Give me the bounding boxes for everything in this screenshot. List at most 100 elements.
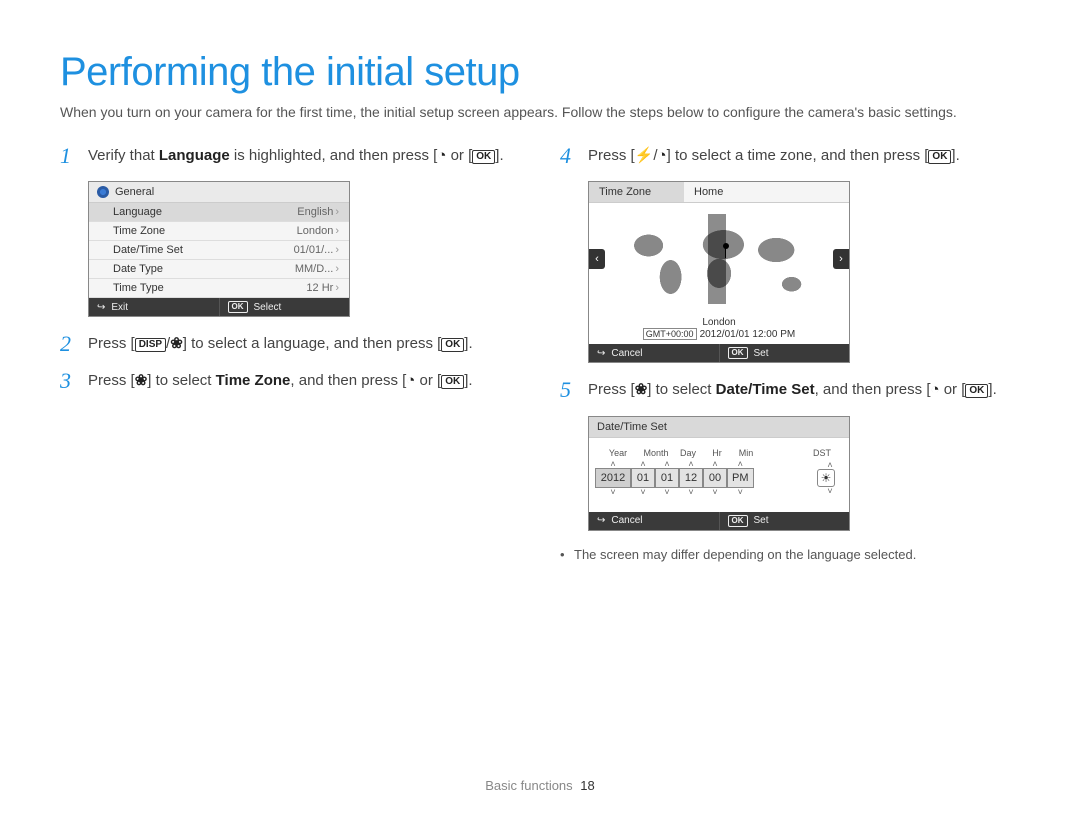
footer-exit[interactable]: ↩ Exit xyxy=(89,298,219,316)
chevron-down-icon[interactable]: ˅ xyxy=(738,488,743,496)
footer-cancel[interactable]: ↩Cancel xyxy=(589,512,719,530)
row-datetime[interactable]: Date/Time Set 01/01/...› xyxy=(89,241,349,260)
t: Select xyxy=(254,302,282,313)
chevron-up-icon[interactable]: ˄ xyxy=(827,461,832,469)
year-value: 2012 xyxy=(595,468,631,488)
chevron-down-icon[interactable]: ˅ xyxy=(712,488,717,496)
panel-footer: ↩ Exit OK Select xyxy=(89,298,349,316)
t: ] to select a language, and then press [ xyxy=(183,335,442,352)
chevron-up-icon[interactable]: ˄ xyxy=(640,460,645,468)
chevron-up-icon[interactable]: ˄ xyxy=(738,460,743,468)
row-label: Time Zone xyxy=(113,225,165,237)
t: Set xyxy=(754,348,769,359)
t: , and then press [ xyxy=(815,381,931,398)
minute-value: 00 xyxy=(703,468,727,488)
chevron-down-icon[interactable]: ˅ xyxy=(827,487,832,495)
row-timezone[interactable]: Time Zone London› xyxy=(89,222,349,241)
timer-icon: ◔ xyxy=(406,372,415,389)
step-4: 4 Press [⚡/◔] to select a time zone, and… xyxy=(560,145,1020,168)
day-value: 01 xyxy=(655,468,679,488)
intro-text: When you turn on your camera for the fir… xyxy=(60,103,1020,123)
year-stepper[interactable]: ˄2012˅ xyxy=(595,460,631,496)
t: Exit xyxy=(111,302,128,313)
row-value: 12 Hr› xyxy=(306,282,339,294)
chevron-down-icon[interactable]: ˅ xyxy=(688,488,693,496)
chevron-up-icon[interactable]: ˄ xyxy=(688,460,693,468)
map-pin-icon xyxy=(723,243,729,249)
ok-key: OK xyxy=(441,375,464,389)
dt-body: Year Month Day Hr Min DST ˄2012˅ ˄01˅ ˄0… xyxy=(589,438,849,512)
step-text: Press [⚡/◔] to select a time zone, and t… xyxy=(588,145,1020,168)
disp-key: DISP xyxy=(135,338,166,352)
gear-icon xyxy=(97,186,109,198)
map-prev-button[interactable]: ‹ xyxy=(589,249,605,269)
row-timetype[interactable]: Time Type 12 Hr› xyxy=(89,279,349,298)
t: , and then press [ xyxy=(290,372,406,389)
row-value: English› xyxy=(297,206,339,218)
t: or xyxy=(415,372,437,389)
panel-header: Date/Time Set xyxy=(589,417,849,438)
timer-icon: ◔ xyxy=(658,147,667,164)
footer-select[interactable]: OK Select xyxy=(219,298,350,316)
tz-band xyxy=(708,214,726,304)
ok-key: OK xyxy=(965,384,988,398)
footer-set[interactable]: OK Set xyxy=(719,344,850,362)
panel-header: General xyxy=(89,182,349,203)
t: ] to select xyxy=(647,381,715,398)
t: Press [ xyxy=(88,372,135,389)
panel-header-label: Date/Time Set xyxy=(597,421,667,433)
chevron-up-icon[interactable]: ˄ xyxy=(610,460,615,468)
ok-key: OK xyxy=(928,150,951,164)
ok-key: OK xyxy=(441,338,464,352)
step-number: 4 xyxy=(560,145,578,168)
chevron-right-icon: › xyxy=(335,244,339,256)
t: ]. xyxy=(464,372,472,389)
month-value: 01 xyxy=(631,468,655,488)
footer-set[interactable]: OKSet xyxy=(719,512,850,530)
flower-icon: ❀ xyxy=(135,372,148,389)
step-1: 1 Verify that Language is highlighted, a… xyxy=(60,145,520,168)
t: Press [ xyxy=(88,335,135,352)
back-icon: ↩ xyxy=(97,302,105,313)
hour-stepper[interactable]: ˄12˅ xyxy=(679,460,703,496)
t: ]. xyxy=(988,381,996,398)
panel-header-label: General xyxy=(115,186,154,198)
minute-stepper[interactable]: ˄00˅ xyxy=(703,460,727,496)
tz-label: Time Zone xyxy=(589,182,684,202)
note-text: The screen may differ depending on the l… xyxy=(560,547,1020,562)
chevron-down-icon[interactable]: ˅ xyxy=(610,488,615,496)
world-map-image xyxy=(609,214,829,304)
ok-icon: OK xyxy=(728,347,748,359)
chevron-up-icon[interactable]: ˄ xyxy=(712,460,717,468)
step-text: Verify that Language is highlighted, and… xyxy=(88,145,520,168)
world-map: ‹ › xyxy=(589,203,849,315)
t: ]. xyxy=(464,335,472,352)
ok-icon: OK xyxy=(228,301,248,313)
col-day: Day xyxy=(673,448,703,458)
map-next-button[interactable]: › xyxy=(833,249,849,269)
flower-icon: ❀ xyxy=(170,335,183,352)
t: ]. xyxy=(951,147,959,164)
t: Press [ xyxy=(588,381,635,398)
ampm-stepper[interactable]: ˄PM˅ xyxy=(727,460,754,496)
row-language[interactable]: Language English› xyxy=(89,203,349,222)
chevron-up-icon[interactable]: ˄ xyxy=(664,460,669,468)
step-text: Press [❀] to select Date/Time Set, and t… xyxy=(588,379,1020,402)
day-stepper[interactable]: ˄01˅ xyxy=(655,460,679,496)
timer-icon: ◔ xyxy=(930,381,939,398)
row-value: MM/D...› xyxy=(295,263,339,275)
step-number: 2 xyxy=(60,333,78,356)
back-icon: ↩ xyxy=(597,515,605,526)
t: ]. xyxy=(495,147,503,164)
row-datetype[interactable]: Date Type MM/D...› xyxy=(89,260,349,279)
chevron-down-icon[interactable]: ˅ xyxy=(640,488,645,496)
page-title: Performing the initial setup xyxy=(60,50,1020,95)
sun-icon: ☀ xyxy=(817,469,835,487)
chevron-down-icon[interactable]: ˅ xyxy=(664,488,669,496)
general-settings-panel: General Language English› Time Zone Lond… xyxy=(88,181,350,317)
chevron-right-icon: › xyxy=(335,225,339,237)
dst-stepper[interactable]: ˄☀˅ xyxy=(817,461,843,495)
footer-cancel[interactable]: ↩Cancel xyxy=(589,344,719,362)
bold-language: Language xyxy=(159,147,230,164)
month-stepper[interactable]: ˄01˅ xyxy=(631,460,655,496)
